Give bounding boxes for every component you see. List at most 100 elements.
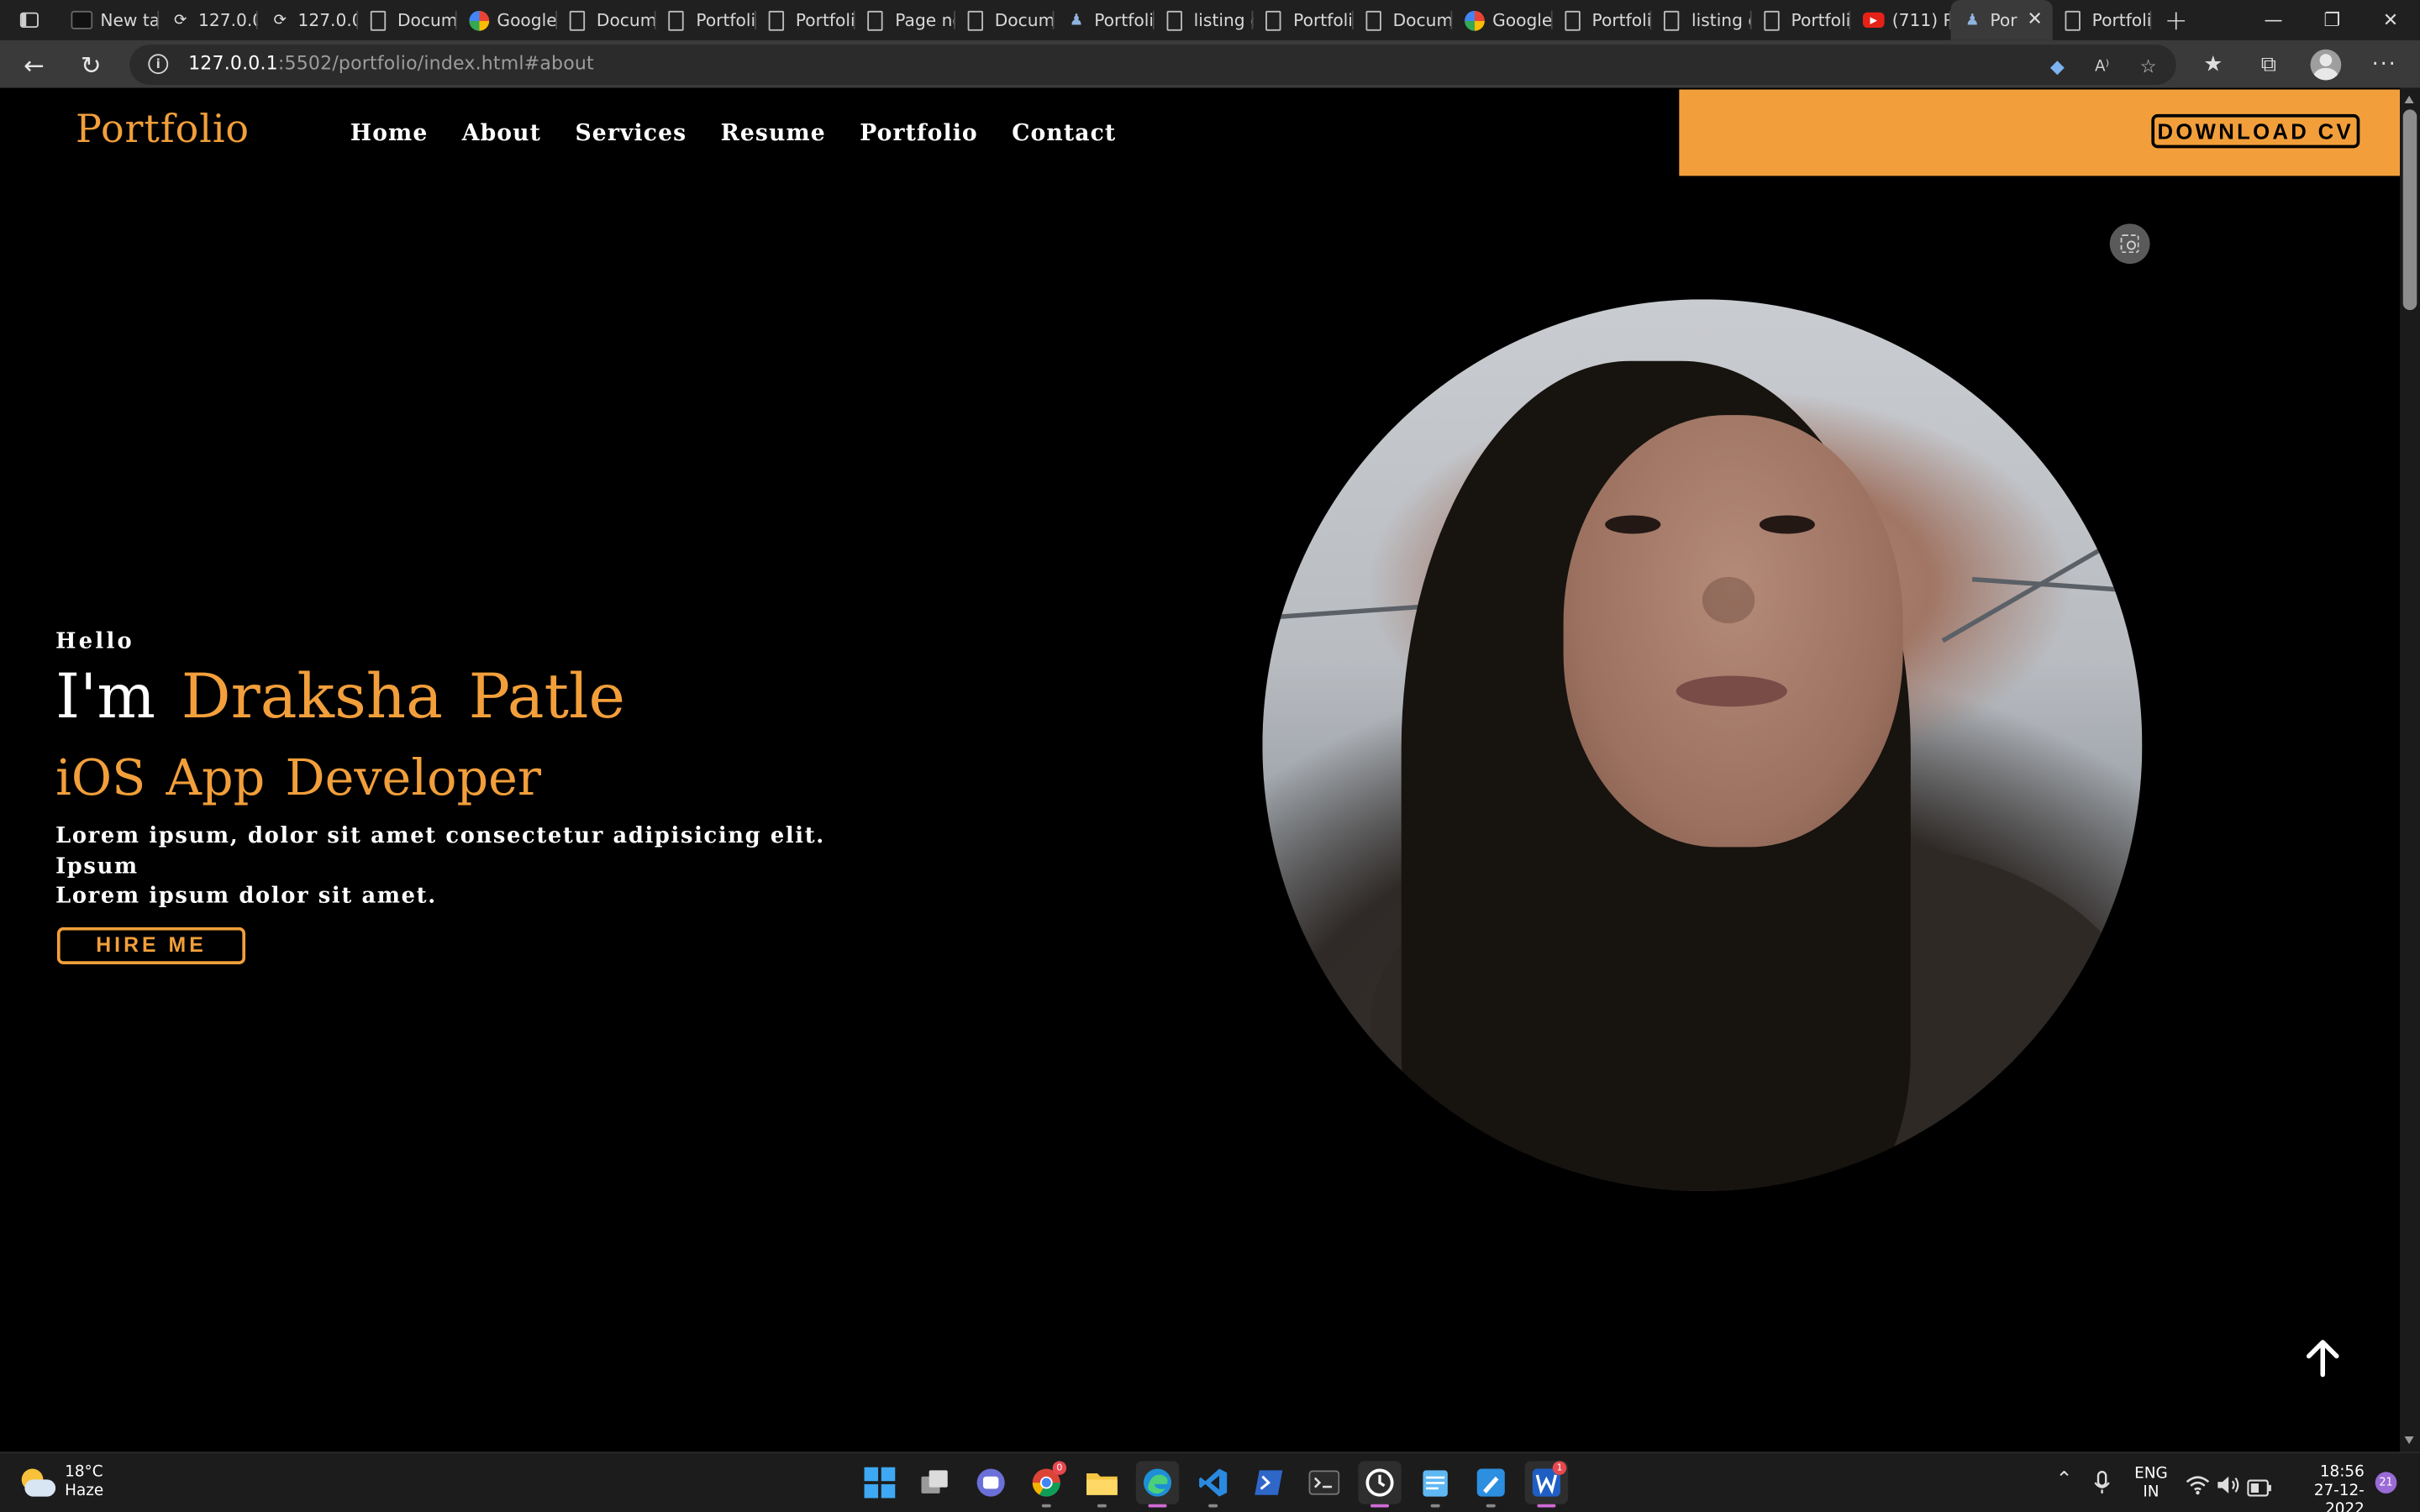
word-button[interactable]: 1 <box>1524 1461 1569 1508</box>
collections-icon[interactable]: ⧉ <box>2252 48 2286 81</box>
microphone-icon[interactable] <box>2093 1470 2112 1501</box>
person-icon: ♟ <box>1965 11 1980 29</box>
browser-tab[interactable]: Portfoli <box>1253 0 1353 40</box>
more-menu-icon[interactable]: ··· <box>2367 48 2401 81</box>
volume-icon[interactable] <box>2217 1472 2241 1501</box>
terminal-button[interactable] <box>1302 1461 1345 1504</box>
clock-app-button[interactable] <box>1358 1461 1402 1508</box>
reload-button[interactable]: ↻ <box>72 46 109 83</box>
profile-avatar[interactable] <box>2310 49 2342 81</box>
browser-tab[interactable]: Portfoli <box>1552 0 1651 40</box>
tag-icon[interactable]: ◆ <box>2045 54 2070 78</box>
edge-button[interactable] <box>1135 1461 1180 1508</box>
tab-actions-button[interactable] <box>9 6 50 34</box>
browser-tab[interactable]: Portfoli <box>656 0 755 40</box>
browser-tab[interactable]: listing d <box>1651 0 1751 40</box>
browser-tab[interactable]: Google <box>457 0 556 40</box>
clock-time: 18:56 <box>2319 1464 2365 1482</box>
browser-tab[interactable]: ♟ Por ✕ <box>1949 0 2052 40</box>
document-icon <box>1165 9 1181 30</box>
start-button[interactable] <box>858 1461 901 1504</box>
paint-button[interactable] <box>1470 1461 1512 1508</box>
minimize-button[interactable]: — <box>2244 0 2303 40</box>
loading-tab-icon: ⟳ <box>273 11 287 29</box>
address-bar[interactable]: i 127.0.0.1:5502/portfolio/index.html#ab… <box>129 45 2176 86</box>
word-badge: 1 <box>1552 1461 1567 1475</box>
scroll-up-arrow-icon[interactable] <box>2404 95 2414 104</box>
tab-title: Docum <box>994 9 1055 30</box>
system-clock[interactable]: 18:56 27-12-2022 <box>2291 1464 2365 1512</box>
running-indicator <box>1370 1504 1390 1508</box>
folder-icon <box>1086 1473 1118 1495</box>
add-favorite-icon[interactable]: ☆ <box>2136 54 2160 78</box>
chrome-button[interactable]: 0 <box>1025 1461 1068 1508</box>
chat-icon <box>976 1468 1005 1497</box>
browser-tab[interactable]: Docum <box>1353 0 1452 40</box>
browser-tab[interactable]: Portfoli <box>1751 0 1850 40</box>
powershell-button[interactable] <box>1247 1461 1290 1504</box>
windows-logo-icon <box>864 1467 896 1499</box>
browser-tab[interactable]: New tab <box>59 0 158 40</box>
show-hidden-icons-button[interactable]: ⌃ <box>2055 1469 2072 1493</box>
page-scrollbar[interactable] <box>2400 87 2420 1452</box>
browser-tab[interactable]: Page nc <box>855 0 955 40</box>
browser-tab[interactable]: ⟳ 127.0.0 <box>158 0 258 40</box>
close-window-button[interactable]: ✕ <box>2361 0 2420 40</box>
language-indicator[interactable]: ENG IN <box>2134 1466 2168 1503</box>
nav-link-about[interactable]: About <box>462 120 541 146</box>
file-explorer-button[interactable] <box>1081 1461 1123 1508</box>
teams-chat-button[interactable] <box>969 1461 1012 1504</box>
tab-title: Google <box>1492 9 1552 30</box>
document-icon <box>1763 9 1779 30</box>
scroll-down-arrow-icon[interactable] <box>2404 1436 2414 1445</box>
hire-me-button[interactable]: HIRE ME <box>56 927 246 964</box>
notepad-button[interactable] <box>1413 1461 1456 1508</box>
nav-link-home[interactable]: Home <box>350 120 428 146</box>
tab-actions-icon <box>19 12 39 29</box>
browser-tab[interactable]: listing d <box>1154 0 1253 40</box>
paint-icon <box>1476 1468 1505 1497</box>
browser-tab[interactable]: Portfoli <box>755 0 855 40</box>
browser-tab[interactable]: ⟳ 127.0.0 <box>258 0 358 40</box>
favorites-icon[interactable]: ★ <box>2196 48 2230 81</box>
dark-tab-icon <box>71 10 93 29</box>
browser-tab[interactable]: Docum <box>955 0 1054 40</box>
loading-tab-icon: ⟳ <box>174 11 187 29</box>
tab-title: listing d <box>1193 9 1254 30</box>
back-button[interactable]: ← <box>15 46 52 83</box>
document-icon <box>1365 9 1381 30</box>
scroll-to-top-button[interactable] <box>2300 1335 2346 1381</box>
new-tab-button[interactable]: + <box>2160 0 2191 40</box>
browser-tab[interactable]: Docum <box>556 0 656 40</box>
url-text: 127.0.0.1:5502/portfolio/index.html#abou… <box>188 52 594 74</box>
browser-tab[interactable]: Docum <box>357 0 457 40</box>
read-aloud-icon[interactable]: A⁾ <box>2090 54 2114 78</box>
nav-link-contact[interactable]: Contact <box>1012 120 1116 146</box>
close-tab-icon[interactable]: ✕ <box>2027 8 2042 29</box>
browser-tab[interactable]: ▶ (711) Re <box>1850 0 1950 40</box>
weather-widget[interactable]: 18°C Haze <box>18 1464 103 1501</box>
site-info-icon[interactable]: i <box>148 54 169 75</box>
wifi-icon[interactable] <box>2186 1472 2210 1501</box>
download-panel: DOWNLOAD CV <box>1679 89 2401 176</box>
browser-tab[interactable]: Google <box>1452 0 1552 40</box>
reload-icon: ↻ <box>81 50 102 80</box>
site-brand[interactable]: Portfolio <box>76 107 250 151</box>
vscode-button[interactable] <box>1192 1461 1234 1508</box>
vscode-icon <box>1199 1468 1228 1497</box>
battery-icon[interactable] <box>2247 1473 2271 1503</box>
visual-search-button[interactable] <box>2109 223 2150 265</box>
nav-link-portfolio[interactable]: Portfolio <box>860 120 978 146</box>
task-view-button[interactable] <box>913 1461 956 1504</box>
nav-link-resume[interactable]: Resume <box>721 120 826 146</box>
browser-tab[interactable]: ♟ Portfoli <box>1054 0 1154 40</box>
notification-center-badge[interactable]: 21 <box>2375 1472 2397 1494</box>
tab-title: 127.0.0 <box>297 9 358 30</box>
browser-tab[interactable]: Portfolio <box>2052 0 2151 40</box>
nav-link-services[interactable]: Services <box>575 120 687 146</box>
restore-button[interactable]: ❐ <box>2302 0 2361 40</box>
scrollbar-thumb[interactable] <box>2402 109 2417 311</box>
hero-blurb: Lorem ipsum, dolor sit amet consectetur … <box>55 822 858 912</box>
weather-haze-icon <box>18 1466 56 1499</box>
download-cv-button[interactable]: DOWNLOAD CV <box>2151 113 2360 149</box>
